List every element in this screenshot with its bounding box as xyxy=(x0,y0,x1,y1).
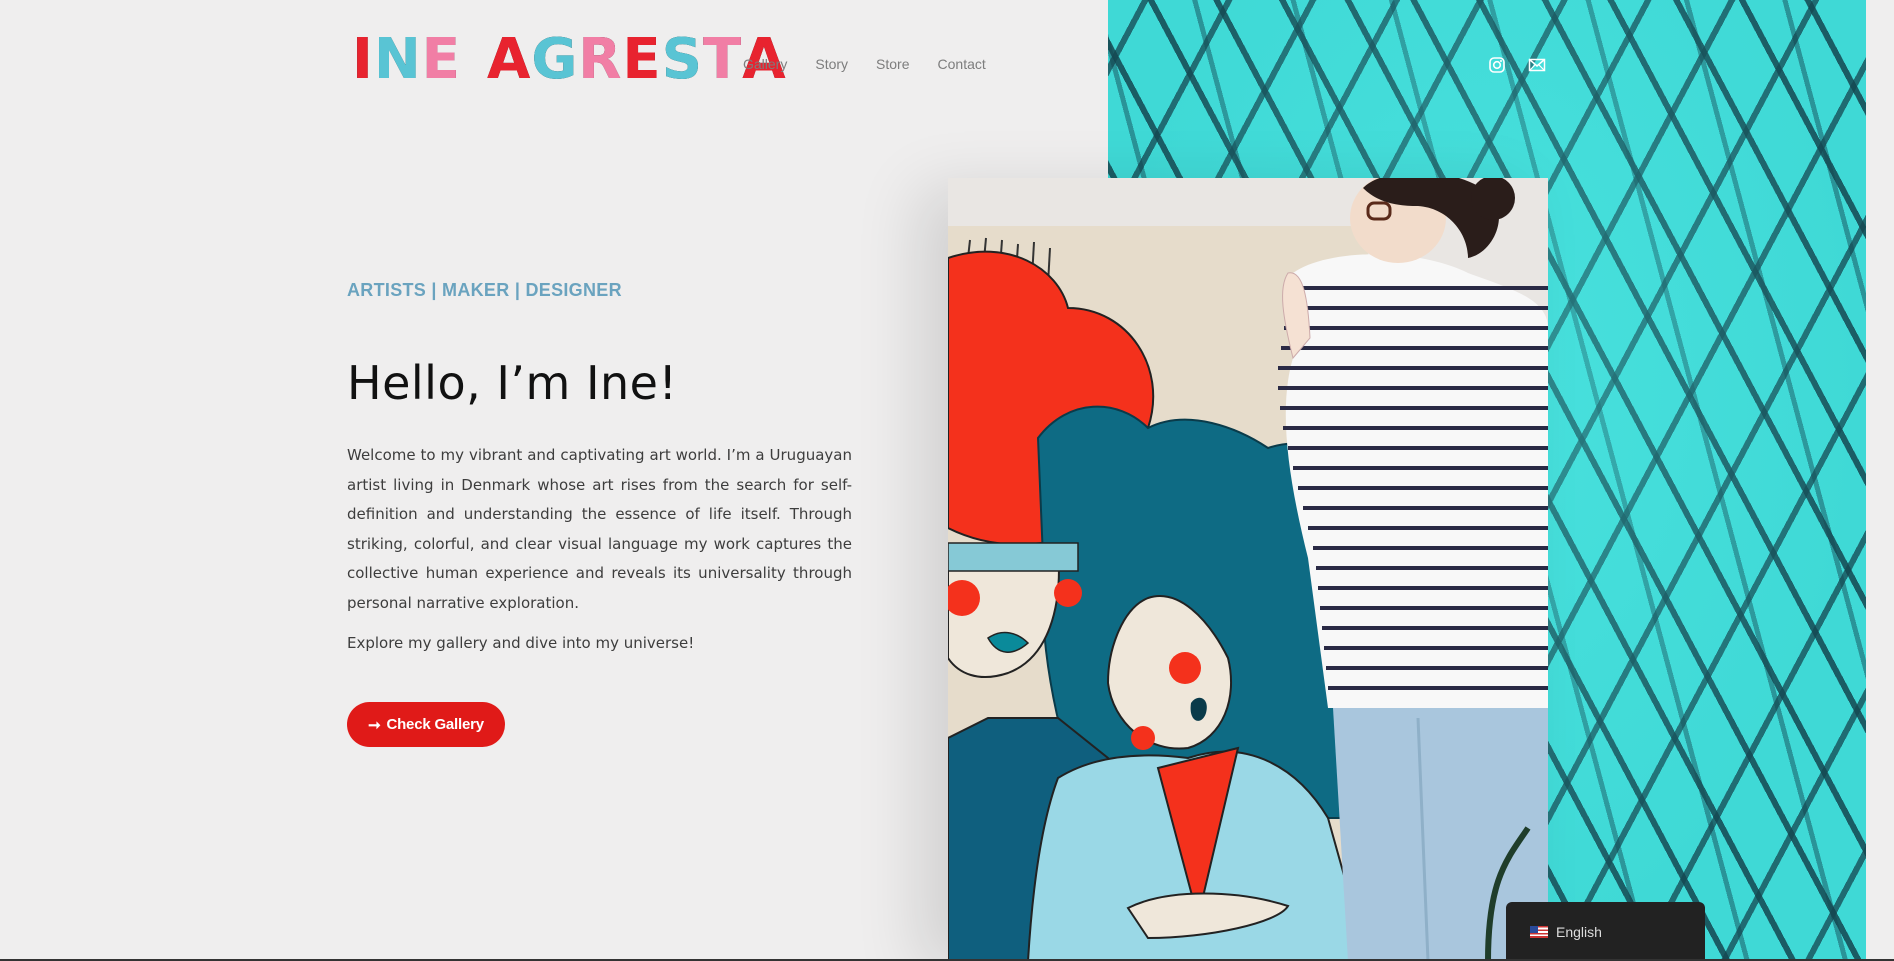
site-logo[interactable]: INEAGRESTA xyxy=(352,30,787,90)
artist-at-work-image xyxy=(948,178,1548,961)
logo-letter: G xyxy=(531,27,579,92)
logo-letter: T xyxy=(703,27,743,92)
mail-icon[interactable] xyxy=(1528,56,1546,74)
check-gallery-label: Check Gallery xyxy=(386,716,484,733)
arrow-right-icon: ➞ xyxy=(368,716,381,734)
language-switcher[interactable]: English xyxy=(1506,902,1705,961)
logo-letter: E xyxy=(421,27,461,92)
explore-text: Explore my gallery and dive into my univ… xyxy=(347,634,695,652)
language-label: English xyxy=(1556,923,1602,940)
nav-gallery[interactable]: Gallery xyxy=(743,56,787,72)
nav-store[interactable]: Store xyxy=(876,56,909,72)
logo-letter: A xyxy=(486,27,532,92)
page-title: Hello, I’m Ine! xyxy=(347,356,678,410)
main-nav: Gallery Story Store Contact xyxy=(743,56,986,72)
artist-photo xyxy=(948,178,1548,961)
check-gallery-button[interactable]: ➞ Check Gallery xyxy=(347,702,505,747)
logo-letter: I xyxy=(352,27,374,92)
logo-letter: R xyxy=(578,27,623,92)
nav-story[interactable]: Story xyxy=(815,56,848,72)
us-flag-icon xyxy=(1530,925,1548,938)
intro-paragraph: Welcome to my vibrant and captivating ar… xyxy=(347,446,852,612)
right-edge-strip xyxy=(1866,0,1894,961)
nav-contact[interactable]: Contact xyxy=(938,56,986,72)
logo-letter: S xyxy=(661,27,704,92)
logo-letter: N xyxy=(373,27,422,92)
logo-letter: E xyxy=(622,27,662,92)
instagram-icon[interactable] xyxy=(1488,56,1506,74)
social-links xyxy=(1488,56,1546,74)
tagline: ARTISTS | MAKER | DESIGNER xyxy=(347,280,622,300)
